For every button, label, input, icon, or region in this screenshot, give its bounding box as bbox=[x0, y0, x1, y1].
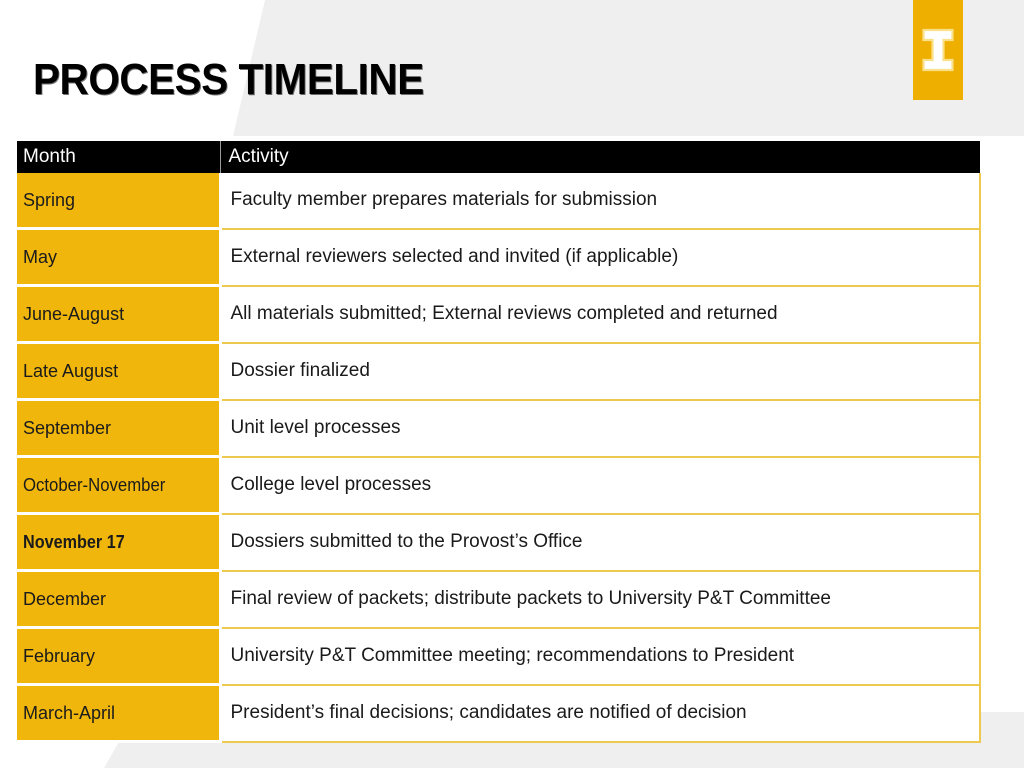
month-cell: June-August bbox=[17, 285, 222, 344]
month-label: February bbox=[23, 645, 96, 666]
month-label: March-April bbox=[23, 702, 116, 723]
table-row: February University P&T Committee meeting… bbox=[17, 627, 981, 686]
month-cell: December bbox=[17, 570, 222, 629]
month-label: Late August bbox=[23, 360, 119, 381]
month-label: Spring bbox=[23, 189, 76, 210]
table-row: September Unit level processes bbox=[17, 399, 981, 458]
university-block-i-logo bbox=[913, 0, 963, 100]
table-header-row: Month Activity bbox=[17, 141, 980, 173]
activity-cell: University P&T Committee meeting; recomm… bbox=[219, 627, 981, 686]
table-row: June-August All materials submitted; Exte… bbox=[17, 285, 981, 344]
month-cell: September bbox=[17, 399, 222, 458]
column-header-month: Month bbox=[17, 141, 221, 173]
activity-cell: President’s final decisions; candidates … bbox=[219, 684, 981, 743]
month-label: May bbox=[23, 246, 58, 267]
table-row: March-April President’s final decisions; … bbox=[17, 684, 981, 743]
activity-cell: External reviewers selected and invited … bbox=[219, 228, 981, 287]
activity-cell: All materials submitted; External review… bbox=[219, 285, 981, 344]
month-cell: May bbox=[17, 228, 222, 287]
month-cell: Spring bbox=[17, 173, 222, 230]
month-cell: March-April bbox=[17, 684, 222, 743]
table-row: May External reviewers selected and invit… bbox=[17, 228, 981, 287]
month-label: December bbox=[23, 588, 107, 609]
activity-cell: Final review of packets; distribute pack… bbox=[219, 570, 981, 629]
month-label: June-August bbox=[23, 303, 125, 324]
table-row: Spring Faculty member prepares materials … bbox=[17, 173, 981, 230]
month-cell: Late August bbox=[17, 342, 222, 401]
activity-cell: Dossier finalized bbox=[219, 342, 981, 401]
month-cell: February bbox=[17, 627, 222, 686]
activity-cell: Unit level processes bbox=[219, 399, 981, 458]
activity-cell: Dossiers submitted to the Provost’s Offi… bbox=[219, 513, 981, 572]
table-row: December Final review of packets; distrib… bbox=[17, 570, 981, 629]
table-row: October-November College level processes bbox=[17, 456, 981, 515]
month-cell: October-November bbox=[17, 456, 222, 515]
month-label: October-November bbox=[23, 474, 166, 495]
table-row: November 17 Dossiers submitted to the Pro… bbox=[17, 513, 981, 572]
activity-cell: Faculty member prepares materials for su… bbox=[219, 173, 981, 230]
table-header: Month Activity bbox=[17, 141, 980, 173]
table-row: Late August Dossier finalized bbox=[17, 342, 981, 401]
month-cell: November 17 bbox=[17, 513, 222, 572]
table-body: Spring Faculty member prepares materials … bbox=[17, 173, 981, 743]
month-label: November 17 bbox=[23, 531, 125, 552]
page-title: PROCESS TIMELINE bbox=[33, 55, 424, 104]
process-timeline-table: Month Activity Spring Faculty member prep… bbox=[17, 141, 981, 743]
month-label: September bbox=[23, 417, 112, 438]
slide-canvas: PROCESS TIMELINE Month Activity Spring Fa… bbox=[0, 0, 1024, 768]
column-header-activity: Activity bbox=[220, 141, 980, 173]
activity-cell: College level processes bbox=[219, 456, 981, 515]
